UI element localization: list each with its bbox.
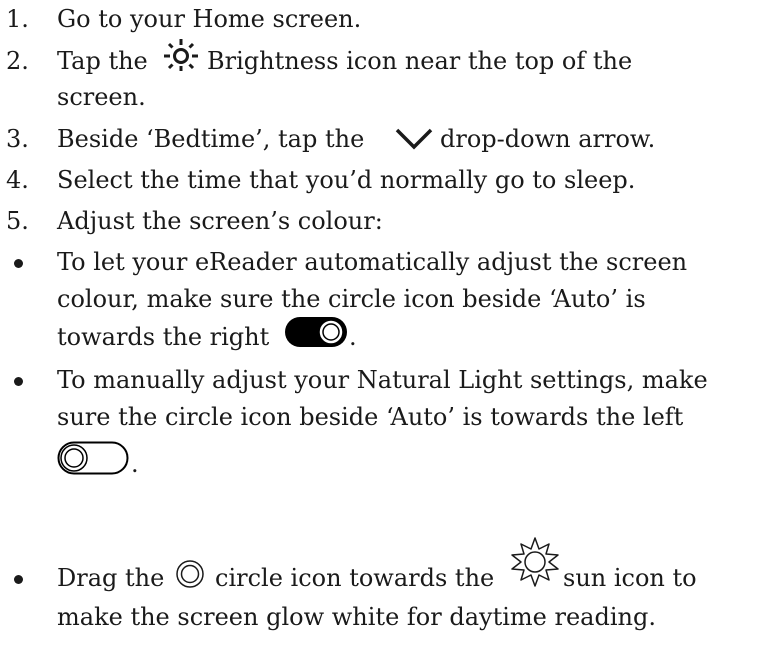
step-number: 1. bbox=[6, 5, 29, 33]
bullet-2-line-2: sure the circle icon beside ‘Auto’ is to… bbox=[57, 403, 684, 431]
sun-icon bbox=[508, 535, 562, 589]
step-number: 3. bbox=[6, 125, 29, 153]
circle-icon bbox=[175, 559, 205, 589]
step-text-pre: Tap the bbox=[57, 47, 148, 75]
bullet-marker bbox=[14, 259, 23, 268]
bullet-2-line-3: . bbox=[57, 441, 257, 478]
step-3: 3. Beside ‘Bedtime’, tap the drop-down a… bbox=[0, 124, 765, 154]
bullet-2-line-1: To manually adjust your Natural Light se… bbox=[57, 366, 708, 394]
step-text: Go to your Home screen. bbox=[57, 5, 362, 33]
bullet-3-line-1: Drag the circle icon towards the sun ico… bbox=[57, 537, 765, 593]
step-text-post: Brightness icon near the top of the bbox=[207, 47, 633, 75]
bullet-1-line-1: To let your eReader automatically adjust… bbox=[57, 248, 688, 276]
toggle-off-icon bbox=[57, 441, 129, 475]
bullet-period: . bbox=[131, 450, 139, 478]
bullet-text-mid: circle icon towards the bbox=[215, 564, 495, 592]
bullet-marker bbox=[14, 377, 23, 386]
step-text: Select the time that you’d normally go t… bbox=[57, 166, 636, 194]
step-2: 2. Tap the Brightness icon near the top … bbox=[0, 39, 765, 76]
toggle-on-icon bbox=[284, 316, 348, 348]
step-number: 5. bbox=[6, 207, 29, 235]
step-number: 4. bbox=[6, 166, 29, 194]
bullet-period: . bbox=[349, 323, 357, 351]
bullet-1-line-2: colour, make sure the circle icon beside… bbox=[57, 285, 646, 313]
step-text: Adjust the screen’s colour: bbox=[57, 207, 383, 235]
bullet-1-line-3: towards the right . bbox=[57, 317, 457, 352]
brightness-icon bbox=[163, 38, 199, 72]
step-2-continued: screen. bbox=[57, 83, 146, 111]
chevron-down-icon bbox=[395, 127, 433, 151]
bullet-text: towards the right bbox=[57, 323, 270, 351]
step-text-pre: Beside ‘Bedtime’, tap the bbox=[57, 125, 365, 153]
bullet-3-line-2: make the screen glow white for daytime r… bbox=[57, 603, 656, 631]
step-text-post: drop-down arrow. bbox=[440, 125, 656, 153]
bullet-text-post: sun icon to bbox=[563, 564, 697, 592]
bullet-marker bbox=[14, 575, 23, 584]
step-number: 2. bbox=[6, 47, 29, 75]
bullet-text-pre: Drag the bbox=[57, 564, 165, 592]
